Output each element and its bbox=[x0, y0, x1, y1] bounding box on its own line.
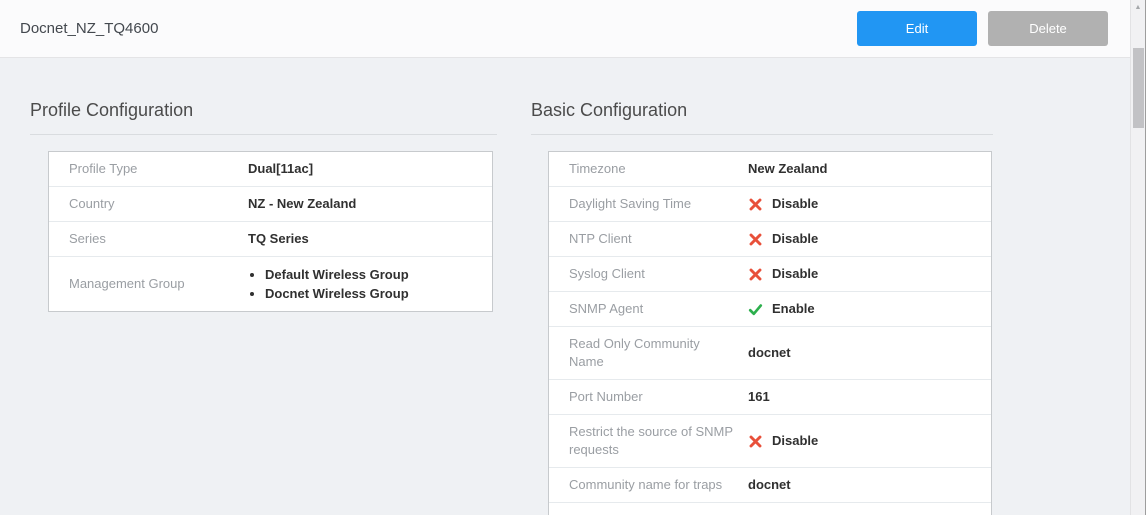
vertical-scrollbar[interactable]: ▲ bbox=[1130, 0, 1145, 515]
row-value: Disable bbox=[748, 187, 991, 221]
row-label: Daylight Saving Time bbox=[549, 187, 748, 221]
scrollbar-up-arrow-icon[interactable]: ▲ bbox=[1131, 3, 1145, 13]
row-value: NZ - New Zealand bbox=[248, 187, 492, 221]
row-value: Enable bbox=[748, 292, 991, 326]
status-text: Disable bbox=[772, 265, 818, 283]
profile-configuration-table: Profile Type Dual[11ac] Country NZ - New… bbox=[48, 151, 493, 312]
row-label: Management Group bbox=[49, 267, 248, 301]
list-item: Docnet Wireless Group bbox=[265, 284, 409, 303]
table-row-timezone: Timezone New Zealand bbox=[549, 152, 991, 187]
row-label: Timezone bbox=[549, 152, 748, 186]
table-row-series: Series TQ Series bbox=[49, 222, 492, 257]
x-icon bbox=[748, 434, 763, 449]
table-row-syslog-client: Syslog Client Disable bbox=[549, 257, 991, 292]
table-row-ntp-client: NTP Client Disable bbox=[549, 222, 991, 257]
header-bar: Docnet_NZ_TQ4600 Edit Delete bbox=[0, 0, 1145, 58]
table-row-read-only-community: Read Only Community Name docnet bbox=[549, 327, 991, 380]
table-row-daylight-saving: Daylight Saving Time Disable bbox=[549, 187, 991, 222]
status-text: Disable bbox=[772, 230, 818, 248]
table-row-community-name-traps: Community name for traps docnet bbox=[549, 468, 991, 503]
x-icon bbox=[748, 267, 763, 282]
row-value: Disable bbox=[748, 257, 991, 291]
status-text: Disable bbox=[772, 432, 818, 450]
section-title-basic: Basic Configuration bbox=[531, 100, 993, 135]
row-label: Read Only Community Name bbox=[549, 327, 748, 379]
row-label: Country bbox=[49, 187, 248, 221]
link-section-header: Link bbox=[549, 503, 991, 515]
row-value: Disable bbox=[748, 424, 991, 458]
page-title: Docnet_NZ_TQ4600 bbox=[20, 20, 857, 37]
row-label: Community name for traps bbox=[549, 468, 748, 502]
table-row-snmp-agent: SNMP Agent Enable bbox=[549, 292, 991, 327]
list-item: Default Wireless Group bbox=[265, 265, 409, 284]
row-label: Port Number bbox=[549, 380, 748, 414]
row-label: Restrict the source of SNMP requests bbox=[549, 415, 748, 467]
row-value: docnet bbox=[748, 468, 991, 502]
status-text: Enable bbox=[772, 300, 815, 318]
table-row-port-number: Port Number 161 bbox=[549, 380, 991, 415]
row-label: Series bbox=[49, 222, 248, 256]
delete-button[interactable]: Delete bbox=[988, 11, 1108, 46]
status-text: Disable bbox=[772, 195, 818, 213]
content-area: Profile Configuration Profile Type Dual[… bbox=[0, 58, 1145, 515]
table-row-restrict-snmp-source: Restrict the source of SNMP requests Dis… bbox=[549, 415, 991, 468]
row-label: Profile Type bbox=[49, 152, 248, 186]
row-value: 161 bbox=[748, 380, 991, 414]
x-icon bbox=[748, 197, 763, 212]
row-label: Syslog Client bbox=[549, 257, 748, 291]
row-value: TQ Series bbox=[248, 222, 492, 256]
profile-configuration-section: Profile Configuration Profile Type Dual[… bbox=[30, 100, 497, 515]
basic-configuration-section: Basic Configuration Timezone New Zealand… bbox=[531, 100, 993, 515]
check-icon bbox=[748, 302, 763, 317]
table-row-management-group: Management Group Default Wireless Group … bbox=[49, 257, 492, 311]
row-value: Dual[11ac] bbox=[248, 152, 492, 186]
row-label: NTP Client bbox=[549, 222, 748, 256]
row-value: Default Wireless Group Docnet Wireless G… bbox=[248, 257, 492, 311]
table-row-profile-type: Profile Type Dual[11ac] bbox=[49, 152, 492, 187]
row-value: docnet bbox=[748, 336, 991, 370]
row-label: SNMP Agent bbox=[549, 292, 748, 326]
x-icon bbox=[748, 232, 763, 247]
section-title-profile: Profile Configuration bbox=[30, 100, 497, 135]
scrollbar-thumb[interactable] bbox=[1133, 48, 1144, 128]
table-row-country: Country NZ - New Zealand bbox=[49, 187, 492, 222]
management-group-list: Default Wireless Group Docnet Wireless G… bbox=[248, 265, 409, 303]
row-value: New Zealand bbox=[748, 152, 991, 186]
row-value: Disable bbox=[748, 222, 991, 256]
edit-button[interactable]: Edit bbox=[857, 11, 977, 46]
basic-configuration-table: Timezone New Zealand Daylight Saving Tim… bbox=[548, 151, 992, 515]
